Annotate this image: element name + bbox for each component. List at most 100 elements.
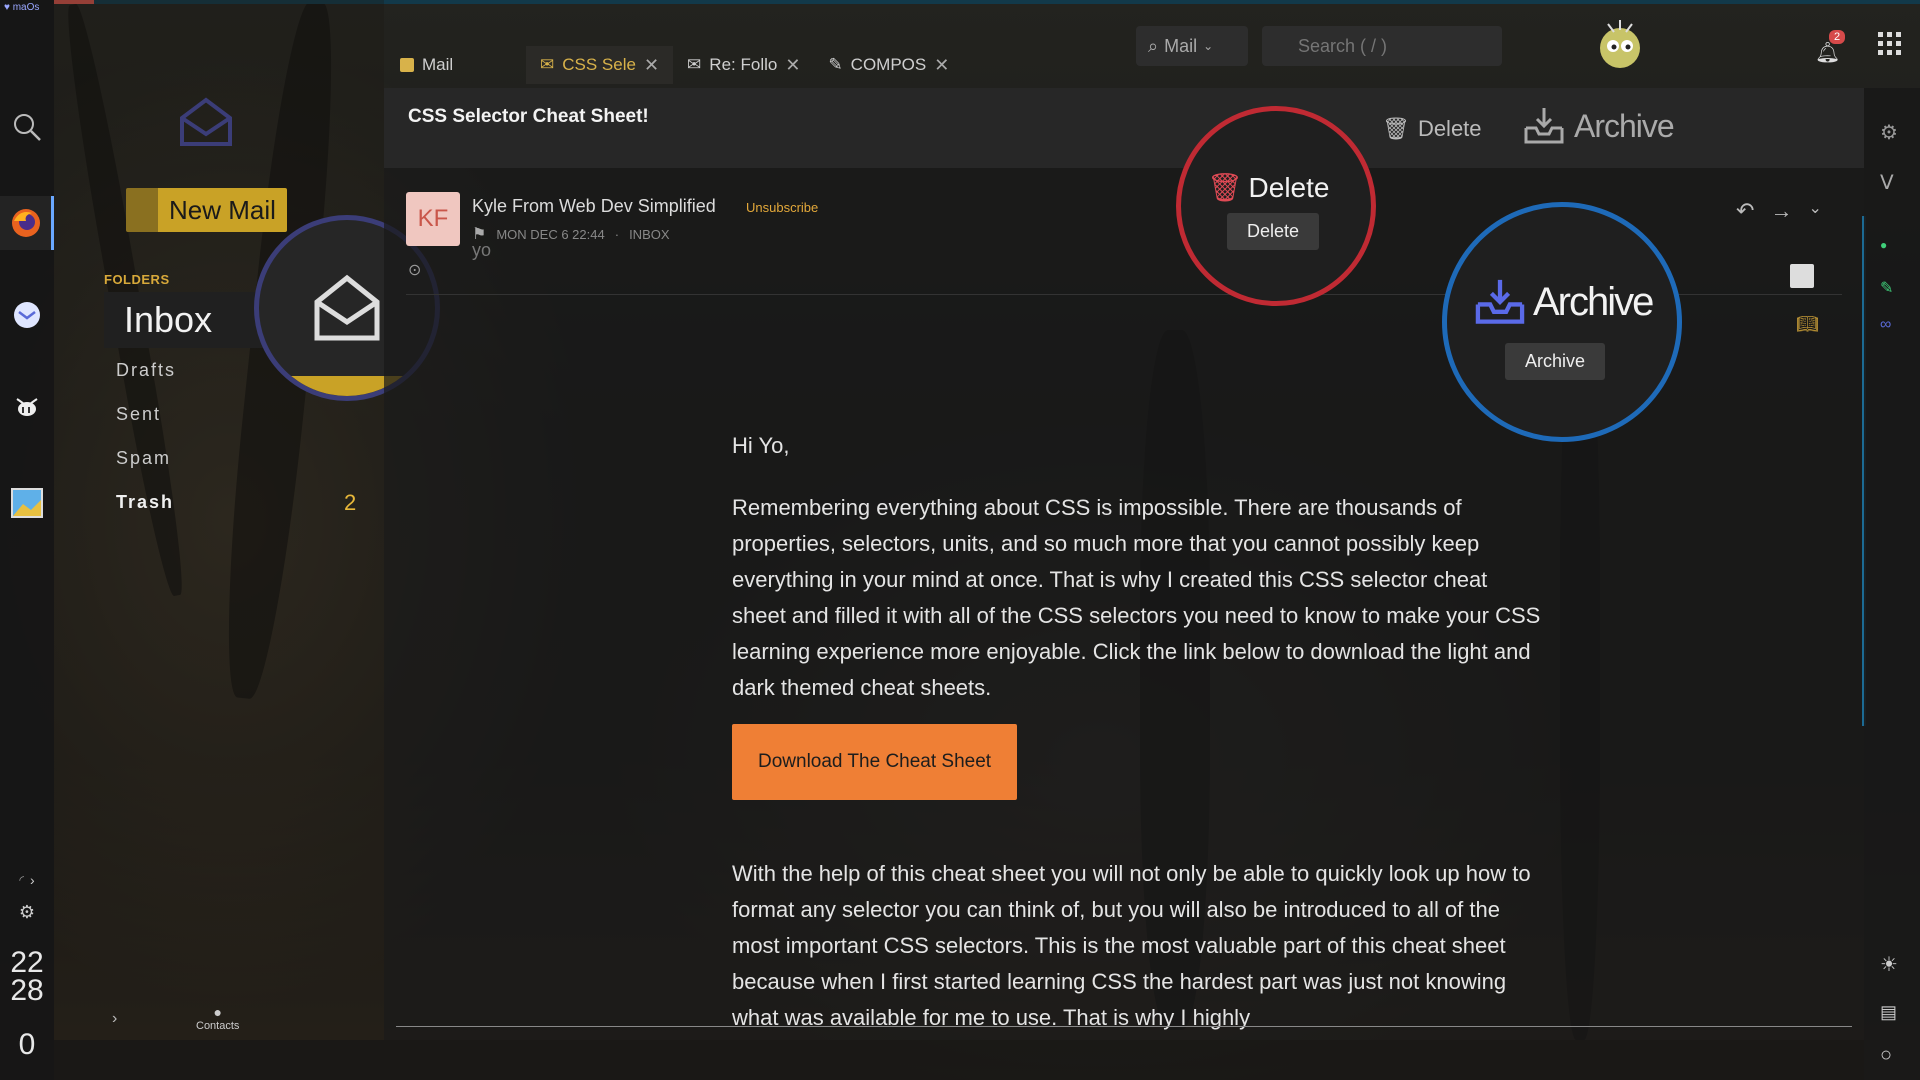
right-rail: ⚙ Ⅴ ● ✎ ∞ ☀ ▤ ○: [1864, 88, 1920, 1080]
close-icon[interactable]: ✕: [785, 55, 800, 76]
folder-sent[interactable]: Sent: [116, 404, 161, 425]
chevron-right-icon[interactable]: ›: [112, 1010, 117, 1028]
archive-label: Archive: [1574, 107, 1675, 144]
link-icon[interactable]: ∞: [1880, 316, 1891, 334]
archive-callout-label: Archive: [1473, 277, 1654, 327]
email-viewer: CSS Selector Cheat Sheet! 🗑︎ Delete Arch…: [384, 88, 1866, 1040]
contacts-button[interactable]: ● Contacts: [196, 1004, 239, 1032]
unsubscribe-link[interactable]: Unsubscribe: [746, 200, 818, 215]
vivaldi-icon[interactable]: Ⅴ: [1880, 170, 1894, 195]
message-actions: ↶ → ⌄: [1736, 198, 1822, 224]
dock-photos[interactable]: [0, 476, 54, 530]
folder-trash[interactable]: Trash: [116, 492, 174, 513]
notifications-button[interactable]: 🔔︎ 2: [1815, 30, 1846, 65]
feather-icon[interactable]: ✎: [1880, 278, 1893, 298]
chat-icon[interactable]: ▤: [1880, 1002, 1897, 1023]
chevron-right-icon: ›: [29, 872, 35, 888]
person-icon: ●: [213, 1004, 222, 1020]
email-meta: ⚑ MON DEC 6 22:44 · INBOX: [472, 224, 670, 244]
email-folder: INBOX: [629, 226, 670, 242]
tab-re-follow[interactable]: ✉ Re: Follo ✕: [673, 46, 814, 84]
envelope-open-icon: [314, 274, 380, 341]
envelope-icon: ✉: [540, 55, 555, 74]
email-greeting: Hi Yo,: [732, 433, 790, 458]
tab-compose[interactable]: ✎ COMPOS ✕: [814, 46, 963, 84]
search-scope-label: Mail: [1164, 35, 1198, 56]
folder-spam[interactable]: Spam: [116, 448, 171, 469]
contacts-label: Contacts: [196, 1020, 240, 1032]
dock-bee-app[interactable]: [0, 380, 54, 434]
landscape-image-icon: [11, 488, 43, 518]
folders-heading: FOLDERS: [104, 272, 170, 287]
os-brand: ♥ maOs: [4, 2, 40, 13]
dock-counter: 0: [18, 1028, 36, 1061]
app-grid-icon[interactable]: [1878, 32, 1902, 56]
folder-drafts[interactable]: Drafts: [116, 360, 176, 381]
search-input[interactable]: [1262, 26, 1502, 66]
archive-button[interactable]: Archive: [1522, 106, 1675, 146]
tab-label: CSS Sele: [562, 55, 636, 74]
search-scope-select[interactable]: ⌕ Mail ⌄: [1136, 26, 1248, 66]
delete-button[interactable]: 🗑︎ Delete: [1382, 116, 1482, 142]
folder-inbox[interactable]: Inbox: [104, 292, 274, 348]
email-preview: yo: [472, 240, 492, 260]
delete-label: Delete: [1417, 116, 1482, 141]
trash-icon: 🗑︎: [1207, 172, 1243, 203]
dock-firefox[interactable]: [0, 196, 54, 250]
email-paragraph: With the help of this cheat sheet you wi…: [732, 861, 1531, 1030]
firefox-icon: [11, 209, 40, 237]
status-dot-icon: ●: [1880, 238, 1888, 252]
tab-mail[interactable]: Mail: [386, 46, 526, 84]
os-brand-label: maOs: [12, 2, 40, 13]
expand-preview-icon[interactable]: ⊙: [408, 260, 421, 280]
sender-name[interactable]: Kyle From Web Dev Simplified: [472, 196, 716, 217]
clock-hour: 22: [10, 946, 44, 979]
folder-pane: New Mail FOLDERS Inbox Drafts Sent Spam …: [54, 0, 440, 1040]
archive-tray-icon: [1524, 108, 1564, 144]
dock-mail-app[interactable]: [0, 288, 54, 342]
reader-mode-icon[interactable]: 📖︎: [1796, 314, 1819, 335]
trash-icon: 🗑︎: [1382, 116, 1410, 141]
subject-bar: CSS Selector Cheat Sheet! 🗑︎ Delete Arch…: [384, 88, 1864, 168]
wifi-icon: ◜: [19, 873, 24, 887]
archive-tray-icon: [1475, 279, 1525, 324]
tab-css-selector[interactable]: ✉ CSS Sele ✕: [526, 46, 674, 84]
delete-callout-label: 🗑︎ Delete: [1207, 171, 1329, 204]
dock-wifi-expand[interactable]: ◜ ›: [0, 866, 54, 894]
download-cheat-sheet-button[interactable]: Download The Cheat Sheet: [732, 724, 1018, 800]
forward-icon[interactable]: →: [1770, 198, 1792, 224]
archive-magnifier-callout: Archive Archive: [1442, 202, 1682, 442]
dock-search[interactable]: [0, 100, 54, 154]
email-date: MON DEC 6 22:44: [496, 226, 605, 242]
delete-tooltip: Delete: [1227, 213, 1320, 250]
pencil-icon: ✎: [828, 55, 843, 74]
search-icon: ⌕: [1148, 35, 1159, 56]
email-subject: CSS Selector Cheat Sheet!: [408, 106, 649, 127]
reply-icon[interactable]: ↶: [1736, 198, 1754, 224]
envelope-open-logo-icon: [180, 97, 232, 146]
bell-icon: 🔔︎: [1815, 42, 1841, 64]
chevron-down-icon: ⌄: [1203, 39, 1214, 53]
mail-bubble-icon: [14, 302, 40, 328]
archive-callout-text: Archive: [1533, 279, 1654, 324]
gear-icon[interactable]: ⚙: [1880, 120, 1898, 145]
delete-callout-text: Delete: [1248, 171, 1330, 203]
search-icon[interactable]: ○: [1880, 1044, 1892, 1067]
gear-icon: ⚙: [18, 901, 36, 922]
mascot-avatar-icon[interactable]: [1590, 14, 1650, 74]
status-bar: [54, 1040, 1864, 1080]
share-icon[interactable]: [1790, 264, 1814, 288]
close-icon[interactable]: ✕: [644, 55, 659, 76]
meta-separator: ·: [614, 226, 620, 242]
dock-settings[interactable]: ⚙: [0, 896, 54, 928]
tab-label: Mail: [422, 55, 454, 74]
email-paragraph: Remembering everything about CSS is impo…: [732, 495, 1541, 700]
envelope-icon: ✉: [687, 55, 702, 74]
brightness-icon[interactable]: ☀: [1880, 952, 1898, 977]
close-icon[interactable]: ✕: [934, 55, 949, 76]
chevron-down-icon[interactable]: ⌄: [1808, 198, 1821, 224]
email-body: Hi Yo, Remembering everything about CSS …: [732, 428, 1542, 1050]
tab-label: COMPOS: [850, 55, 927, 74]
new-mail-button[interactable]: New Mail: [126, 188, 287, 232]
search-icon: [14, 114, 41, 141]
